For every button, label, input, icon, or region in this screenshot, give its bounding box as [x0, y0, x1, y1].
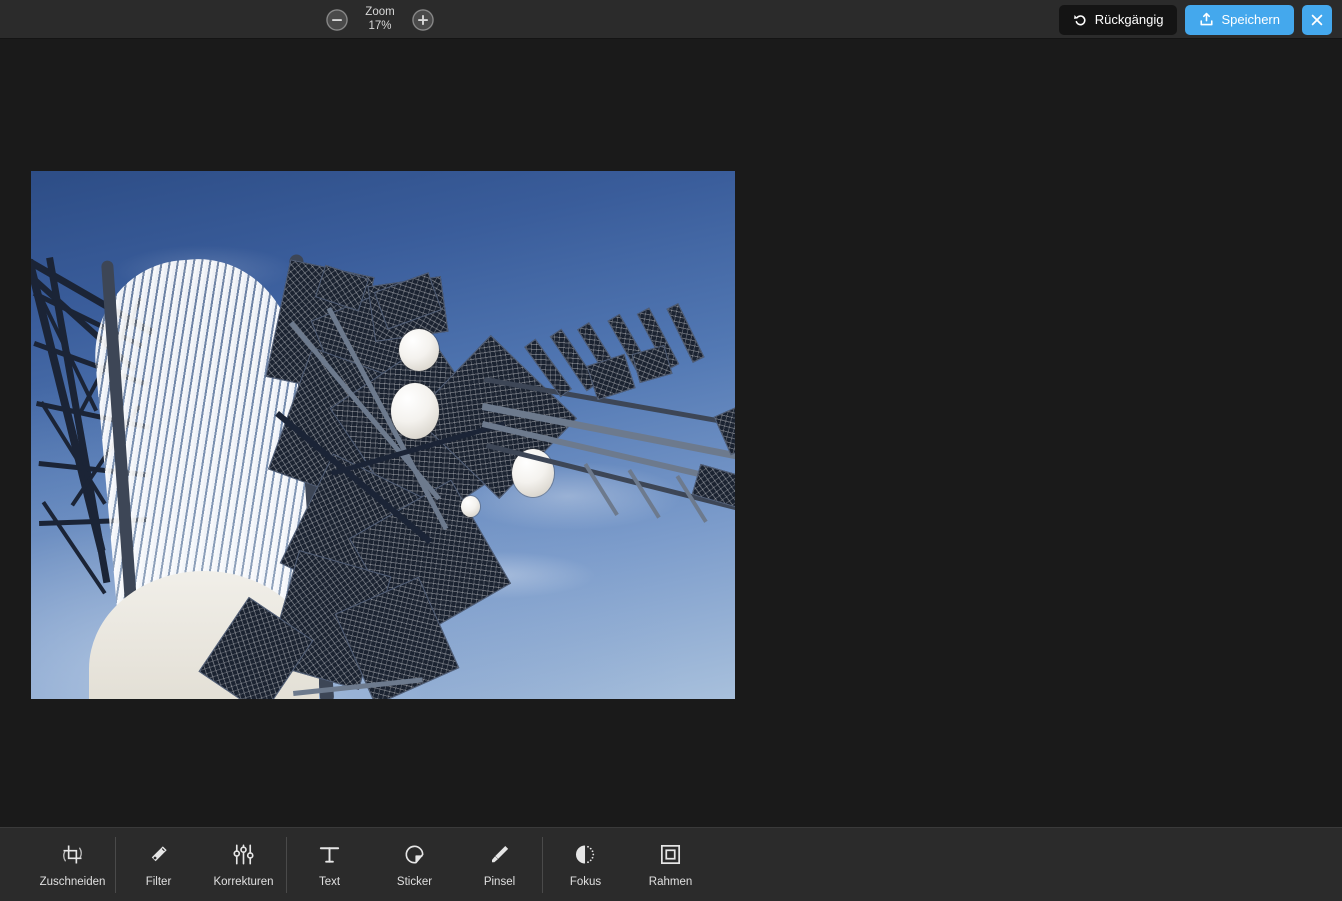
tool-label: Filter [145, 876, 172, 888]
save-button[interactable]: Speichern [1185, 4, 1294, 35]
tool-label: Fokus [569, 876, 602, 888]
tool-label: Text [318, 876, 341, 888]
satellite-dish [391, 383, 439, 439]
tool-text[interactable]: Text [287, 828, 372, 901]
close-icon [1311, 14, 1323, 25]
topbar-actions: Rückgängig Speichern [1058, 0, 1332, 39]
bottom-toolbar: Zuschneiden Filter Korrekturen Text Stic… [0, 827, 1342, 901]
zoom-label: Zoom [365, 5, 395, 18]
tool-label: Rahmen [648, 876, 693, 888]
toolbar-group-crop: Zuschneiden [30, 828, 115, 901]
toolbar-group-overlay: Text Sticker Pinsel [287, 828, 542, 901]
tool-pinsel[interactable]: Pinsel [457, 828, 542, 901]
magic-wand-icon [146, 841, 171, 867]
zoom-in-button[interactable] [412, 8, 434, 31]
sliders-icon [231, 841, 256, 867]
crop-icon [60, 841, 85, 867]
close-button[interactable] [1302, 4, 1332, 35]
photo-editor-window: Zoom 17% Rückgängig Speichern Zuschneide… [0, 0, 1342, 901]
editor-canvas[interactable] [0, 39, 1342, 827]
sticker-icon [402, 841, 427, 867]
undo-label: Rückgängig [1094, 12, 1164, 27]
toolbar-group-effects: Fokus Rahmen [543, 828, 713, 901]
zoom-value: 17% [368, 19, 392, 32]
tool-label: Zuschneiden [39, 876, 106, 888]
focus-icon [573, 841, 598, 867]
text-icon [317, 841, 342, 867]
tool-label: Korrekturen [213, 876, 274, 888]
image-preview[interactable] [31, 171, 735, 699]
zoom-out-button[interactable] [326, 8, 348, 31]
top-toolbar: Zoom 17% Rückgängig Speichern [0, 0, 1342, 39]
tool-fokus[interactable]: Fokus [543, 828, 628, 901]
zoom-control: Zoom 17% [326, 0, 434, 39]
tool-label: Sticker [396, 876, 433, 888]
brush-icon [487, 841, 512, 867]
upload-icon [1200, 12, 1213, 26]
zoom-readout: Zoom 17% [358, 6, 402, 33]
satellite-dish [399, 329, 439, 371]
tool-zuschneiden[interactable]: Zuschneiden [30, 828, 115, 901]
undo-button[interactable]: Rückgängig [1058, 4, 1178, 35]
tool-label: Pinsel [483, 876, 516, 888]
satellite-dish [461, 496, 480, 517]
toolbar-group-adjust: Filter Korrekturen [116, 828, 286, 901]
tool-rahmen[interactable]: Rahmen [628, 828, 713, 901]
tool-sticker[interactable]: Sticker [372, 828, 457, 901]
tower-photograph [31, 171, 735, 699]
minus-circle-icon [326, 8, 348, 31]
frame-icon [658, 841, 683, 867]
plus-circle-icon [412, 8, 434, 31]
undo-arrow-icon [1073, 15, 1086, 26]
save-label: Speichern [1221, 12, 1280, 27]
tool-korrekturen[interactable]: Korrekturen [201, 828, 286, 901]
tool-filter[interactable]: Filter [116, 828, 201, 901]
